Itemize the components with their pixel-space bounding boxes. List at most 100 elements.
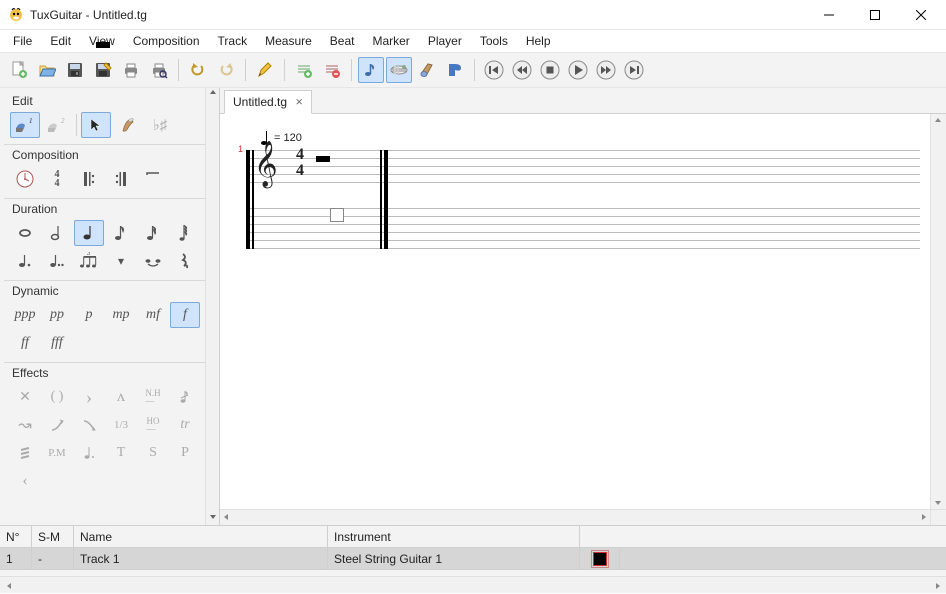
dead-note-button[interactable]: ✕ [10,384,40,410]
track-horizontal-scrollbar[interactable] [0,576,946,593]
edit-mode-button[interactable] [252,57,278,83]
new-button[interactable] [6,57,32,83]
show-tablature-button[interactable] [386,57,412,83]
repeat-open-button[interactable] [74,166,104,192]
scroll-right-icon[interactable] [920,513,928,521]
save-as-button[interactable] [90,57,116,83]
menu-composition[interactable]: Composition [124,31,209,51]
slide-button[interactable] [42,412,72,438]
maximize-button[interactable] [852,0,898,30]
last-button[interactable] [621,57,647,83]
menu-marker[interactable]: Marker [363,31,418,51]
scroll-up-icon[interactable] [934,116,942,124]
remove-track-button[interactable] [319,57,345,83]
track-color-cell[interactable] [580,548,620,569]
eighth-note-button[interactable] [106,220,136,246]
tempo-button[interactable] [10,166,40,192]
trill-button[interactable]: tr [170,412,200,438]
print-button[interactable] [118,57,144,83]
pp-button[interactable]: pp [42,302,72,328]
print-preview-button[interactable] [146,57,172,83]
close-tab-icon[interactable]: ⨯ [295,97,303,108]
col-sm[interactable]: S-M [32,526,74,547]
show-fretboard-button[interactable] [414,57,440,83]
repeat-close-button[interactable] [106,166,136,192]
free-mode-button[interactable] [113,112,143,138]
show-transport-button[interactable] [442,57,468,83]
score-horizontal-scrollbar[interactable] [220,509,930,525]
bend-button[interactable]: ↝ [10,412,40,438]
ho-button[interactable]: HO— [138,412,168,438]
stop-button[interactable] [537,57,563,83]
redo-button[interactable] [213,57,239,83]
select-mode-button[interactable] [81,112,111,138]
t-button[interactable]: T [106,440,136,466]
thirtysecond-note-button[interactable] [170,220,200,246]
scroll-up-icon[interactable] [206,88,219,100]
play-button[interactable] [565,57,591,83]
undo-button[interactable] [185,57,211,83]
menu-view[interactable]: View [80,31,124,51]
save-button[interactable] [62,57,88,83]
hammer-button[interactable] [74,412,104,438]
pm-button[interactable]: P.M [42,440,72,466]
menu-tools[interactable]: Tools [471,31,517,51]
document-tab[interactable]: Untitled.tg ⨯ [224,90,312,114]
menu-file[interactable]: File [4,31,41,51]
dotted-button[interactable] [10,248,40,274]
col-name[interactable]: Name [74,526,328,547]
heavy-accent-button[interactable]: ʌ [106,384,136,410]
repeat-alt-button[interactable] [138,166,168,192]
menu-player[interactable]: Player [419,31,471,51]
open-button[interactable] [34,57,60,83]
s-button[interactable]: S [138,440,168,466]
rewind-button[interactable] [509,57,535,83]
ff-button[interactable]: ff [10,330,40,356]
tremolo-button[interactable] [10,440,40,466]
voice1-button[interactable]: 1 [10,112,40,138]
menu-beat[interactable]: Beat [321,31,364,51]
track-row[interactable]: 1 - Track 1 Steel String Guitar 1 [0,548,946,570]
double-dotted-button[interactable] [42,248,72,274]
f-button[interactable]: f [170,302,200,328]
add-track-button[interactable] [291,57,317,83]
scroll-down-icon[interactable] [206,513,219,525]
menu-track[interactable]: Track [209,31,257,51]
whole-note-button[interactable] [10,220,40,246]
quarter-note-button[interactable] [74,220,104,246]
col-number[interactable]: N° [0,526,32,547]
timesig-button[interactable]: 44 [42,166,72,192]
minimize-button[interactable] [806,0,852,30]
forward-button[interactable] [593,57,619,83]
sidebar-scrollbar[interactable] [205,88,219,525]
sixteenth-note-button[interactable] [138,220,168,246]
accent-button[interactable]: › [74,384,104,410]
rest-button[interactable] [170,248,200,274]
p-button[interactable]: p [74,302,104,328]
fff-button[interactable]: fff [42,330,72,356]
fade-button[interactable]: ‹ [10,468,40,494]
close-button[interactable] [898,0,944,30]
menu-help[interactable]: Help [517,31,560,51]
ppp-button[interactable]: ppp [10,302,40,328]
scroll-down-icon[interactable] [934,499,942,507]
tuplet-custom-button[interactable]: ▾ [106,248,136,274]
first-button[interactable] [481,57,507,83]
edit-cursor[interactable] [330,208,344,222]
mp-button[interactable]: mp [106,302,136,328]
scroll-left-icon[interactable] [222,513,230,521]
score-canvas[interactable]: = 120 1 𝄞 4 4 [220,114,930,509]
tuplet-button[interactable]: 3 [74,248,104,274]
fraction-button[interactable]: 1/3 [106,412,136,438]
half-note-button[interactable] [42,220,72,246]
grace-button[interactable] [170,384,200,410]
voice2-button[interactable]: 2 [42,112,72,138]
mf-button[interactable]: mf [138,302,168,328]
ghost-note-button[interactable]: ( ) [42,384,72,410]
menu-measure[interactable]: Measure [256,31,321,51]
show-score-button[interactable] [358,57,384,83]
tied-button[interactable] [138,248,168,274]
harmonic-button[interactable]: N.H— [138,384,168,410]
menu-edit[interactable]: Edit [41,31,80,51]
scroll-left-icon[interactable] [0,577,17,594]
